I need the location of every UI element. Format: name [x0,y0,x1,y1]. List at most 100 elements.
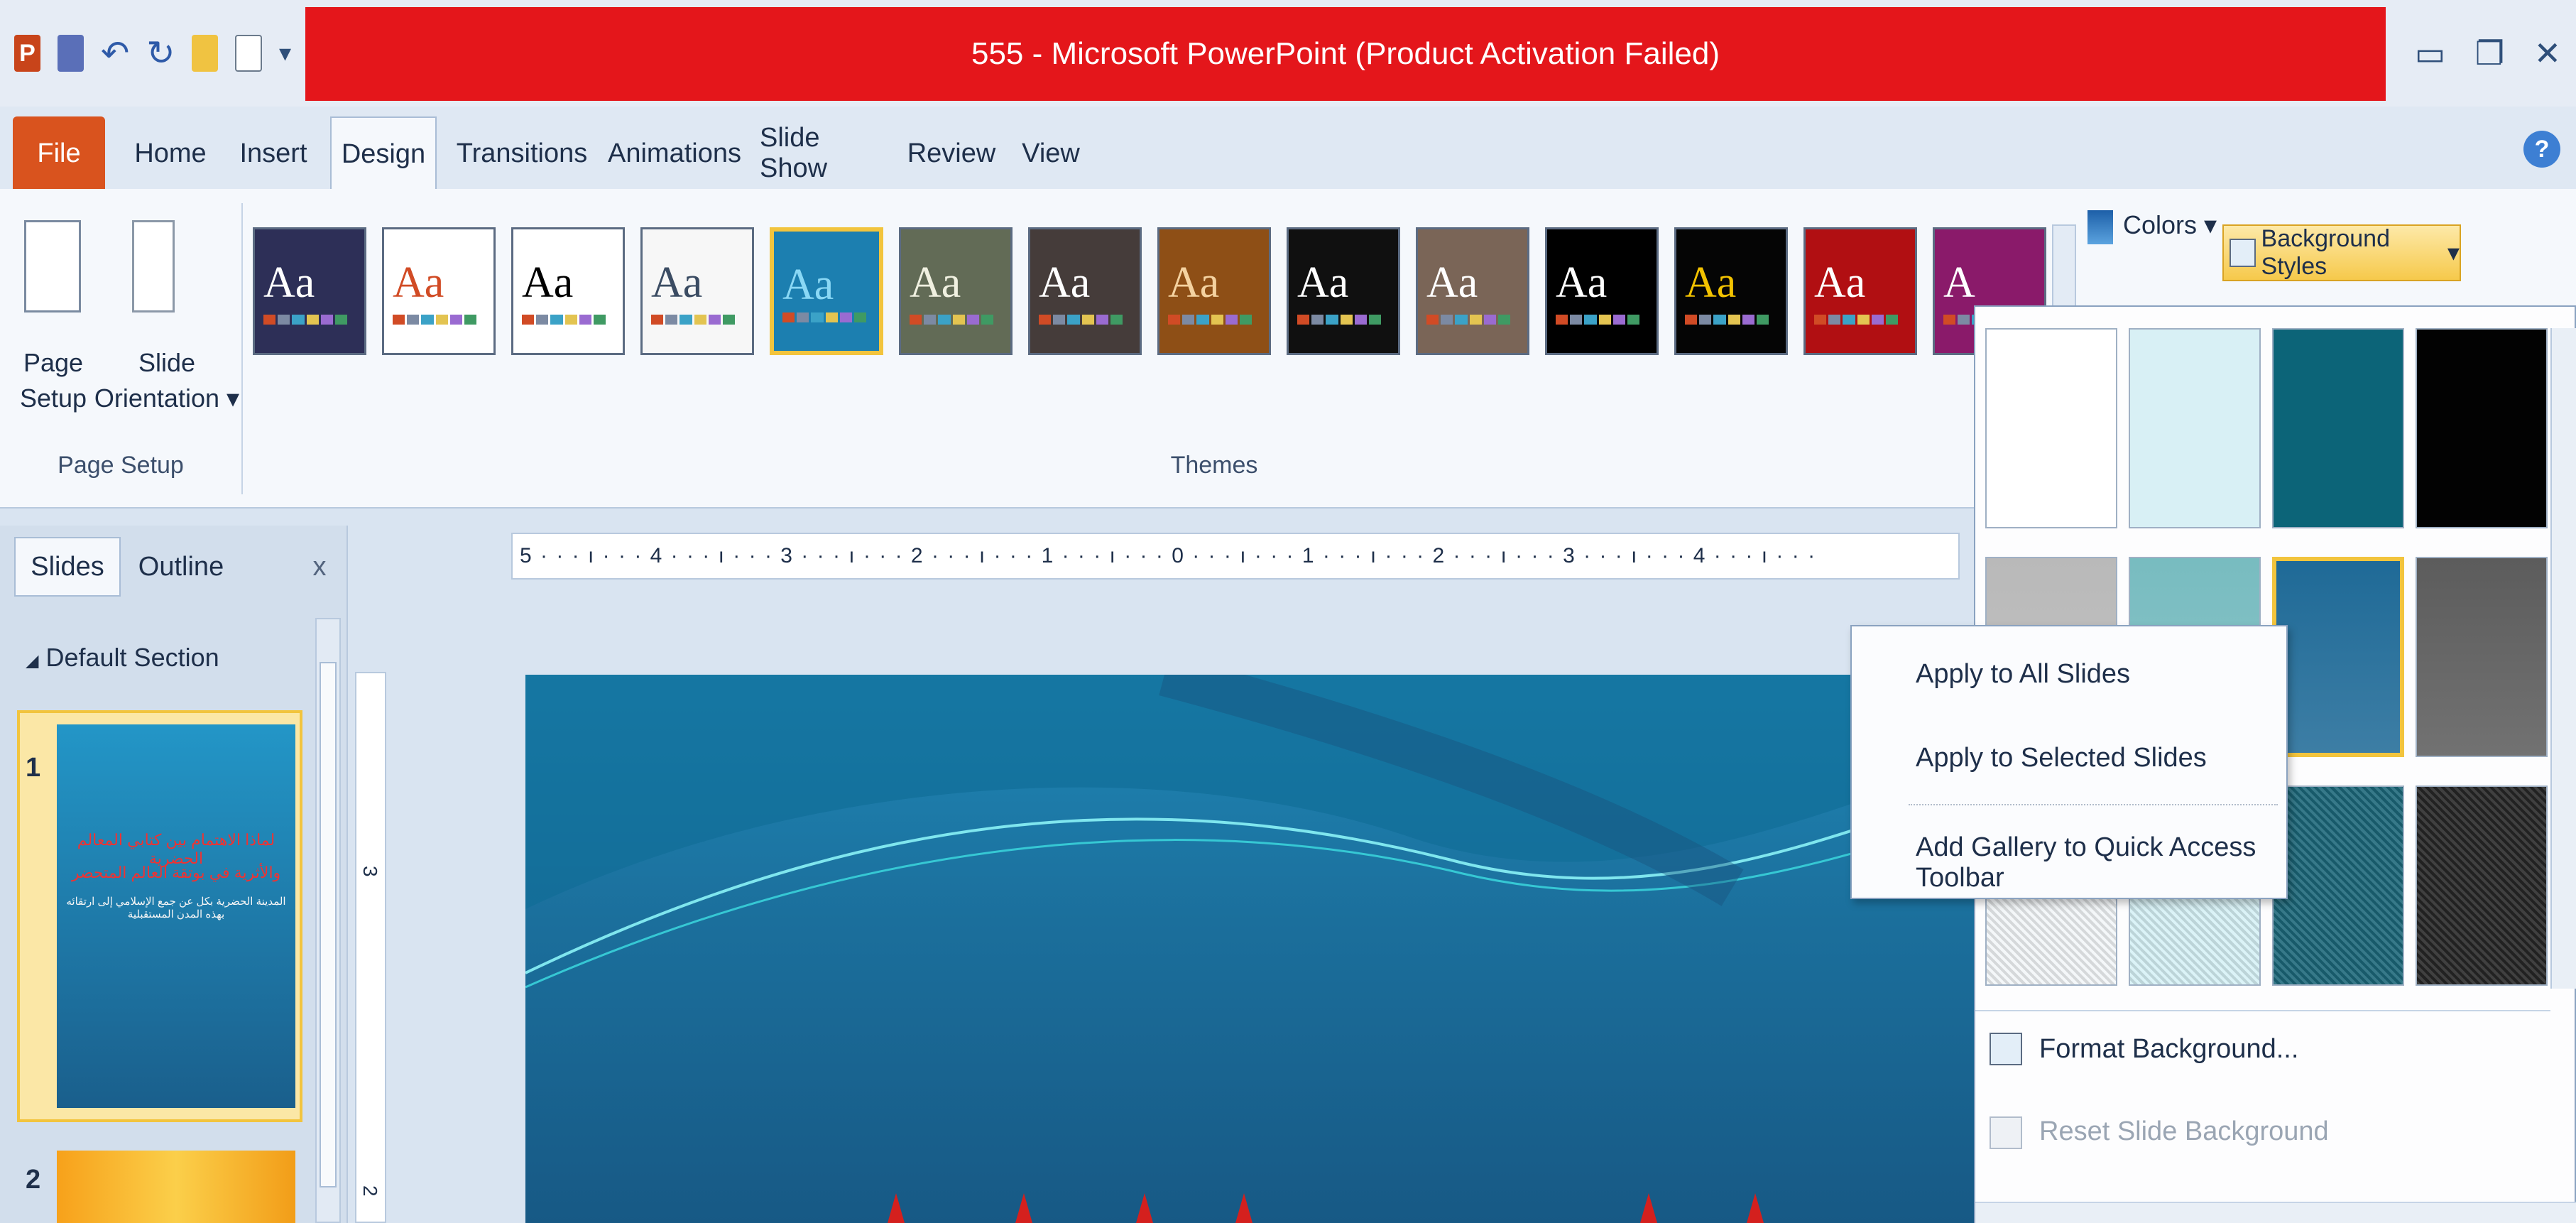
theme-thumbnail[interactable]: Aa [899,227,1013,355]
background-styles-button[interactable]: Background Styles ▾ [2222,224,2461,281]
theme-thumbnail[interactable]: Aa [382,227,496,355]
slide-canvas[interactable] [525,675,1981,1223]
add-gallery-to-qat-item[interactable]: Add Gallery to Quick Access Toolbar [1916,832,2286,893]
paint-bucket-icon [2230,239,2256,267]
help-icon[interactable]: ? [2521,128,2563,170]
close-icon[interactable]: x [298,537,341,597]
theme-thumbnail[interactable]: Aa [640,227,754,355]
title-bar-banner: 555 - Microsoft PowerPoint (Product Acti… [305,7,2386,101]
group-label-themes: Themes [1170,452,1258,479]
close-icon[interactable]: ✕ [2534,34,2562,72]
tab-file[interactable]: File [13,116,105,190]
background-swatch[interactable] [2416,786,2548,986]
menu-separator [1909,804,2278,805]
slide-number: 2 [26,1165,41,1195]
redo-icon[interactable]: ↻ [146,35,175,72]
page-setup-label-line1: Page [23,348,84,377]
tab-insert[interactable]: Insert [231,116,316,190]
customize-qat-icon[interactable]: ▾ [279,35,305,72]
apply-to-selected-slides-item[interactable]: Apply to Selected Slides [1916,743,2207,773]
theme-sample-text: Aa [522,259,574,307]
theme-thumbnail[interactable]: Aa [511,227,625,355]
slide-thumbnail-2[interactable] [57,1151,295,1223]
theme-thumbnail[interactable]: Aa [1157,227,1271,355]
tab-slides[interactable]: Slides [14,537,121,597]
slides-pane-scrollbar[interactable] [315,618,341,1223]
background-swatch[interactable] [2272,786,2404,986]
theme-color-swatches [782,312,867,322]
colors-button[interactable]: Colors ▾ [2123,210,2217,240]
theme-sample-text: Aa [1814,259,1866,307]
undo-icon[interactable]: ↶ [101,35,129,72]
thumb-title-line-1: لماذا الاهتمام بين كتابي المعالم الحضرية [77,831,275,867]
theme-color-swatches [910,315,994,325]
tab-animations[interactable]: Animations [604,116,746,190]
background-swatch[interactable] [2272,328,2404,528]
theme-sample-text: Aa [782,261,834,309]
theme-sample-text: Aa [651,259,703,307]
theme-thumbnail[interactable]: Aa [1803,227,1917,355]
background-swatch[interactable] [2129,328,2261,528]
apply-to-all-slides-item[interactable]: Apply to All Slides [1916,659,2130,690]
background-swatch[interactable] [2416,328,2548,528]
background-swatch[interactable] [2416,557,2548,757]
vertical-ruler-mark: 2 [359,1185,381,1197]
slide-orientation-button[interactable]: Slide Orientation ▾ [92,345,241,416]
theme-color-swatches [1039,315,1123,325]
theme-sample-text: Aa [263,259,315,307]
tab-transitions[interactable]: Transitions [451,116,593,190]
reset-background-icon [1990,1116,2022,1149]
slide-thumbnail-1[interactable]: لماذا الاهتمام بين كتابي المعالم الحضرية… [57,724,295,1108]
background-swatch[interactable] [2272,557,2404,757]
tab-home[interactable]: Home [128,116,213,190]
theme-thumbnail[interactable]: Aa [1287,227,1400,355]
theme-color-swatches [393,315,477,325]
slide-orientation-icon[interactable] [132,220,175,312]
theme-sample-text: Aa [393,259,444,307]
open-icon[interactable] [192,35,219,72]
theme-thumbnail[interactable]: Aa [1028,227,1142,355]
reset-slide-background-item[interactable]: Reset Slide Background [2039,1116,2329,1147]
theme-thumbnail[interactable]: Aa [1416,227,1529,355]
divider [1975,1010,2550,1011]
theme-thumbnail[interactable]: Aa [770,227,883,355]
theme-thumbnail[interactable]: Aa [1674,227,1788,355]
theme-color-swatches [263,315,348,325]
page-setup-button[interactable]: Page Setup [14,345,92,416]
powerpoint-logo-icon[interactable]: P [14,35,40,72]
background-swatch[interactable] [1985,328,2117,528]
colors-icon [2087,210,2113,244]
tab-outline[interactable]: Outline [128,537,234,597]
dropdown-scrollbar[interactable] [2550,328,2576,989]
theme-color-swatches [1556,315,1640,325]
page-setup-icon[interactable] [24,220,81,312]
theme-thumbnail[interactable]: Aa [1545,227,1659,355]
theme-sample-text: Aa [1685,259,1737,307]
tab-slide-show[interactable]: Slide Show [760,116,888,190]
format-background-item[interactable]: Format Background... [2039,1034,2298,1065]
theme-color-swatches [1685,315,1769,325]
new-icon[interactable] [235,35,263,72]
tab-review[interactable]: Review [907,116,996,190]
theme-sample-text: Aa [1426,259,1478,307]
vertical-ruler: 3 2 [355,672,386,1223]
collapse-triangle-icon: ◢ [26,651,39,670]
section-header[interactable]: ◢ Default Section [26,643,219,673]
slide-wave-graphic [525,675,1981,1223]
background-styles-label: Background Styles [2261,225,2391,280]
theme-color-swatches [522,315,606,325]
scrollbar-thumb[interactable] [320,662,337,1187]
theme-sample-text: Aa [1556,259,1608,307]
restore-icon[interactable]: ❐ [2475,34,2504,72]
dropdown-resize-grip[interactable] [1975,1202,2576,1223]
minimize-icon[interactable]: ▭ [2415,34,2445,72]
tab-design[interactable]: Design [330,116,437,190]
paint-bucket-icon [1990,1033,2022,1065]
context-menu: Apply to All Slides Apply to Selected Sl… [1850,625,2288,899]
window-controls: ▭ ❐ ✕ [2400,0,2576,107]
tab-view[interactable]: View [1015,116,1086,190]
theme-thumbnail[interactable]: Aa [253,227,366,355]
theme-sample-text: Aa [1168,259,1220,307]
save-icon[interactable] [57,35,84,72]
chevron-down-icon: ▾ [227,384,240,413]
